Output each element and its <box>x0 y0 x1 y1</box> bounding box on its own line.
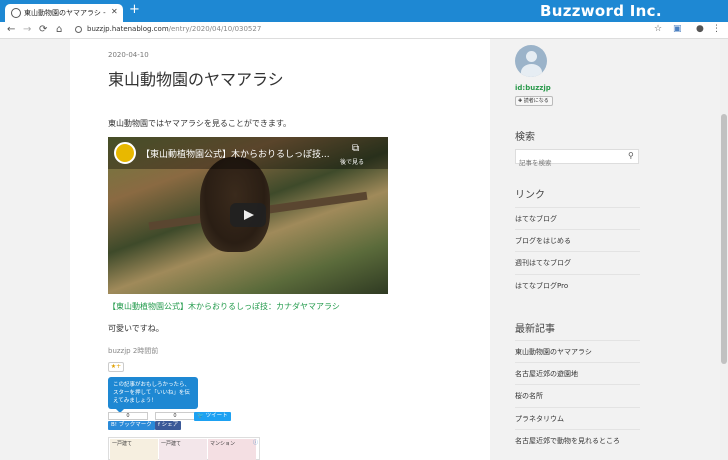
user-id-link[interactable]: id:buzzjp <box>515 84 551 92</box>
video-link[interactable]: 【東山動植物園公式】木からおりるしっぽ技：カナダヤマアラシ <box>108 301 340 312</box>
play-button[interactable] <box>230 203 266 227</box>
sidebar-link[interactable]: はてなブログ <box>515 207 640 229</box>
home-icon[interactable]: ⌂ <box>56 23 62 37</box>
ad-cell[interactable]: 一戸建て <box>159 439 207 460</box>
recent-post[interactable]: 名古屋近郊の遊園地 <box>515 362 640 384</box>
search-input[interactable] <box>516 156 616 170</box>
brand-watermark: Buzzword Inc. <box>540 2 662 20</box>
sidebar-link[interactable]: はてなブログPro <box>515 274 640 296</box>
sidebar-link[interactable]: 週刊はてなブログ <box>515 251 640 273</box>
facebook-count: 0 <box>155 412 195 420</box>
watch-later[interactable]: 後で見る <box>340 157 364 166</box>
copy-icon[interactable]: ⧉ <box>352 143 359 154</box>
ad-banner[interactable]: 一戸建て 一戸建て マンション ⓘ <box>108 437 260 460</box>
url-path: /entry/2020/04/10/030527 <box>168 25 262 33</box>
ad-cell[interactable]: マンション <box>208 439 256 460</box>
article-date[interactable]: 2020-04-10 <box>108 51 149 59</box>
profile-icon[interactable]: ● <box>696 24 704 34</box>
hatena-bookmark-button[interactable]: B! ブックマーク <box>108 421 155 430</box>
article-intro: 東山動物園ではヤマアラシを見ることができます。 <box>108 119 292 128</box>
avatar[interactable] <box>515 45 547 77</box>
tweet-button[interactable]: 🐦 ツイート <box>194 412 231 421</box>
video-embed[interactable]: 【東山動植物園公式】木からおりるしっぽ技... ⧉ 後で見る <box>108 137 388 294</box>
tab-title: 東山動物園のヤマアラシ - パズのお手 <box>24 9 106 17</box>
add-star-button[interactable]: ★+ <box>108 362 124 372</box>
sidebar-link[interactable]: ブログをはじめる <box>515 229 640 251</box>
browser-tab[interactable]: 東山動物園のヤマアラシ - パズのお手 ✕ <box>5 4 123 22</box>
back-icon[interactable]: ← <box>7 23 15 37</box>
address-bar[interactable]: buzzjp.hatenablog.com/entry/2020/04/10/0… <box>87 25 261 33</box>
favicon-icon <box>11 8 21 18</box>
bookmark-star-icon[interactable]: ☆ <box>654 24 662 34</box>
video-title[interactable]: 【東山動植物園公式】木からおりるしっぽ技... <box>141 147 330 160</box>
recent-post[interactable]: 東山動物園のヤマアラシ <box>515 340 640 362</box>
reload-icon[interactable]: ⟳ <box>39 23 47 37</box>
tweet-label: ツイート <box>205 413 228 419</box>
article-comment: 可愛いですね。 <box>108 324 164 333</box>
search-icon[interactable]: ⚲ <box>628 151 634 160</box>
ad-cell[interactable]: 一戸建て <box>110 439 158 460</box>
search-heading: 検索 <box>515 132 535 143</box>
window-titlebar: 東山動物園のヤマアラシ - パズのお手 ✕ + Buzzword Inc. <box>0 0 728 22</box>
close-icon[interactable]: ✕ <box>111 7 118 16</box>
url-domain: buzzjp.hatenablog.com <box>87 25 169 33</box>
search-box: ⚲ <box>515 149 639 170</box>
forward-icon[interactable]: → <box>23 23 31 37</box>
recent-post[interactable]: 桜の名所 <box>515 384 640 406</box>
links-heading: リンク <box>515 190 545 201</box>
author-meta[interactable]: buzzjp 2時間前 <box>108 346 158 356</box>
new-tab-button[interactable]: + <box>129 3 140 17</box>
hatena-count: 0 <box>108 412 148 420</box>
ad-info-icon[interactable]: ⓘ <box>253 439 258 446</box>
info-icon[interactable] <box>75 26 82 33</box>
scrollbar[interactable] <box>720 39 728 460</box>
recent-post[interactable]: プラネタリウム <box>515 407 640 429</box>
channel-icon[interactable] <box>114 142 136 164</box>
recent-post[interactable]: 名古屋近郊で動物を見れるところ <box>515 429 640 451</box>
browser-toolbar: ← → ⟳ ⌂ buzzjp.hatenablog.com/entry/2020… <box>0 22 728 39</box>
page-title[interactable]: 東山動物園のヤマアラシ <box>108 66 284 90</box>
recent-heading: 最新記事 <box>515 324 555 335</box>
facebook-share-button[interactable]: f シェア <box>155 421 182 430</box>
extension-icon[interactable]: ▣ <box>673 24 682 34</box>
star-tooltip: この記事がおもしろかったら、スターを押して「いいね」を伝えてみましょう！ <box>108 377 198 413</box>
subscribe-button[interactable]: ✚ 読者になる <box>515 96 553 106</box>
scrollbar-thumb[interactable] <box>721 114 727 364</box>
menu-icon[interactable]: ⋮ <box>712 24 721 34</box>
